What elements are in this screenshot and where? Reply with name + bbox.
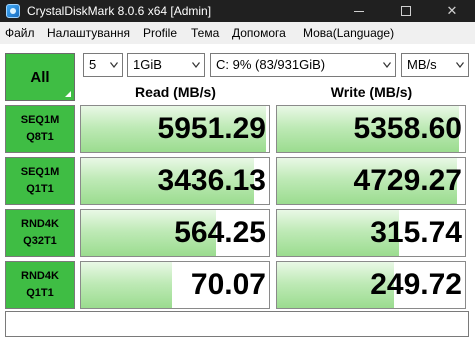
write-result-cell: 5358.60 bbox=[276, 105, 466, 153]
all-button-label: All bbox=[30, 68, 50, 86]
test-label-line2: Q1T1 bbox=[26, 183, 54, 195]
test-button-seq1m-q1t1[interactable]: SEQ1M Q1T1 bbox=[5, 157, 75, 205]
menu-language[interactable]: Мова(Language) bbox=[303, 26, 394, 40]
app-icon bbox=[6, 4, 20, 18]
write-result-cell: 249.72 bbox=[276, 261, 466, 309]
comment-field[interactable] bbox=[5, 311, 469, 337]
write-result-value: 5358.60 bbox=[353, 112, 462, 145]
chevron-down-icon bbox=[383, 62, 391, 68]
unit-value: MB/s bbox=[407, 57, 437, 72]
minimize-button[interactable] bbox=[336, 0, 382, 22]
read-result-cell: 3436.13 bbox=[80, 157, 270, 205]
test-button-seq1m-q8t1[interactable]: SEQ1M Q8T1 bbox=[5, 105, 75, 153]
test-button-rnd4k-q1t1[interactable]: RND4K Q1T1 bbox=[5, 261, 75, 309]
test-label-line1: SEQ1M bbox=[20, 166, 60, 178]
test-count-value: 5 bbox=[89, 57, 97, 72]
test-label-line2: Q1T1 bbox=[26, 287, 54, 299]
test-label-line2: Q32T1 bbox=[23, 235, 57, 247]
test-label-line2: Q8T1 bbox=[26, 131, 54, 143]
read-result-value: 564.25 bbox=[174, 216, 266, 249]
title-bar: CrystalDiskMark 8.0.6 x64 [Admin] ✕ bbox=[0, 0, 475, 22]
window-title: CrystalDiskMark 8.0.6 x64 [Admin] bbox=[27, 4, 212, 18]
write-result-cell: 4729.27 bbox=[276, 157, 466, 205]
read-result-value: 5951.29 bbox=[157, 112, 266, 145]
test-button-rnd4k-q32t1[interactable]: RND4K Q32T1 bbox=[5, 209, 75, 257]
menu-theme[interactable]: Тема bbox=[191, 26, 219, 40]
test-label-line1: RND4K bbox=[21, 218, 59, 230]
chevron-down-icon bbox=[192, 62, 200, 68]
chevron-down-icon bbox=[456, 62, 464, 68]
unit-select[interactable]: MB/s bbox=[401, 53, 469, 77]
all-button[interactable]: All bbox=[5, 53, 75, 101]
test-size-select[interactable]: 1GiB bbox=[127, 53, 205, 77]
drive-select[interactable]: C: 9% (83/931GiB) bbox=[210, 53, 396, 77]
close-icon: ✕ bbox=[446, 3, 458, 18]
test-label-line1: SEQ1M bbox=[20, 114, 60, 126]
read-result-cell: 70.07 bbox=[80, 261, 270, 309]
read-result-value: 70.07 bbox=[190, 268, 266, 301]
test-size-value: 1GiB bbox=[133, 57, 162, 72]
write-result-value: 4729.27 bbox=[353, 164, 462, 197]
write-result-cell: 315.74 bbox=[276, 209, 466, 257]
test-label-line1: RND4K bbox=[21, 270, 59, 282]
menu-file[interactable]: Файл bbox=[5, 26, 35, 40]
menu-help[interactable]: Допомога bbox=[232, 26, 286, 40]
read-result-cell: 564.25 bbox=[80, 209, 270, 257]
menu-bar: Файл Налаштування Profile Тема Допомога … bbox=[0, 22, 475, 44]
read-result-bar bbox=[81, 262, 172, 308]
read-result-value: 3436.13 bbox=[157, 164, 266, 197]
maximize-button[interactable] bbox=[383, 0, 429, 22]
read-column-header: Read (MB/s) bbox=[135, 84, 216, 100]
close-button[interactable]: ✕ bbox=[429, 0, 475, 22]
read-result-cell: 5951.29 bbox=[80, 105, 270, 153]
drive-value: C: 9% (83/931GiB) bbox=[216, 57, 326, 72]
chevron-down-icon bbox=[110, 62, 118, 68]
test-count-select[interactable]: 5 bbox=[83, 53, 123, 77]
menu-profile[interactable]: Profile bbox=[143, 26, 177, 40]
menu-settings[interactable]: Налаштування bbox=[47, 26, 130, 40]
minimize-icon bbox=[354, 10, 364, 12]
write-column-header: Write (MB/s) bbox=[330, 84, 413, 100]
write-result-value: 315.74 bbox=[370, 216, 462, 249]
maximize-icon bbox=[401, 6, 411, 16]
write-result-value: 249.72 bbox=[370, 268, 462, 301]
